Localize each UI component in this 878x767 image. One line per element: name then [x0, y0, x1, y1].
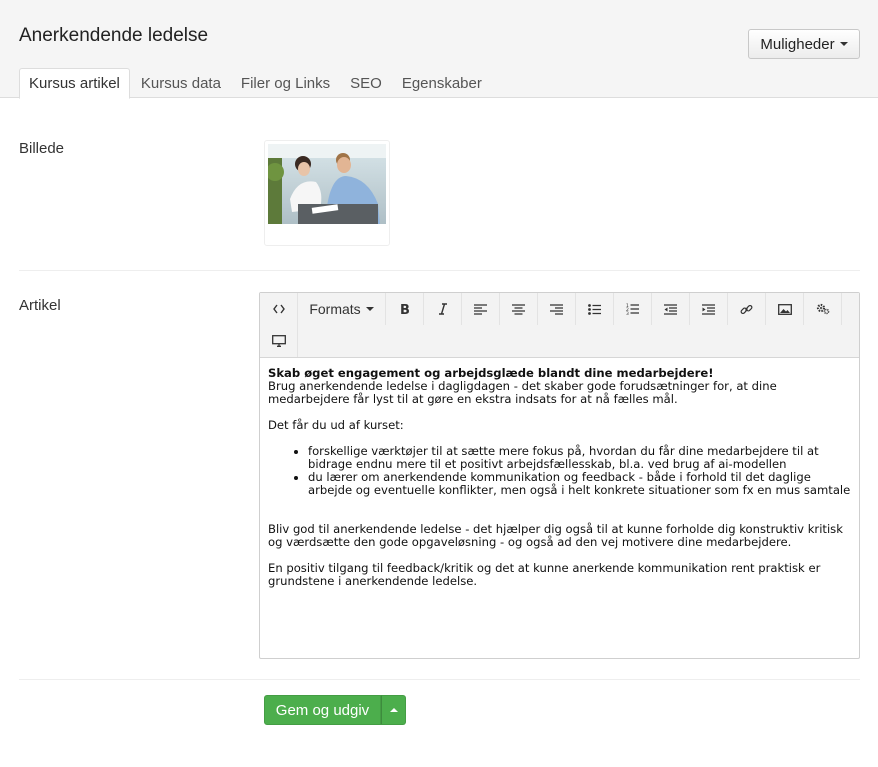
content-paragraph: En positiv tilgang til feedback/kritik o…: [268, 561, 821, 588]
options-label: Muligheder: [760, 35, 835, 53]
italic-button[interactable]: [424, 293, 462, 325]
chevron-down-icon: [365, 307, 374, 311]
numbered-list-icon: 123: [626, 303, 639, 315]
options-dropdown-button[interactable]: Muligheder: [748, 29, 860, 59]
svg-text:B: B: [400, 303, 410, 315]
formats-dropdown[interactable]: Formats: [298, 293, 386, 325]
indent-button[interactable]: [690, 293, 728, 325]
image-field-label: Billede: [19, 140, 65, 157]
bullet-list-button[interactable]: [576, 293, 614, 325]
align-right-icon: [550, 303, 563, 315]
align-center-icon: [512, 303, 525, 315]
page-header: Anerkendende ledelse Muligheder Kursus a…: [0, 0, 878, 99]
svg-text:3: 3: [626, 311, 629, 315]
insert-image-button[interactable]: [766, 293, 804, 325]
bold-icon: B: [400, 303, 410, 315]
page-title: Anerkendende ledelse: [19, 25, 209, 46]
align-right-button[interactable]: [538, 293, 576, 325]
save-button-group: Gem og udgiv: [264, 695, 406, 725]
insert-link-button[interactable]: [728, 293, 766, 325]
code-icon: [272, 304, 285, 314]
image-icon: [777, 303, 792, 315]
formats-label: Formats: [309, 301, 361, 317]
content-paragraph: Bliv god til anerkendende ledelse - det …: [268, 522, 843, 549]
indent-icon: [702, 303, 715, 315]
editor-content-area[interactable]: Skab øget engagement og arbejdsglæde bla…: [260, 358, 859, 588]
preview-icon: [271, 335, 286, 347]
course-photo-image: [268, 144, 386, 224]
course-image-thumbnail[interactable]: [264, 140, 390, 246]
outdent-icon: [664, 303, 677, 315]
section-divider: [19, 270, 860, 271]
numbered-list-button[interactable]: 123: [614, 293, 652, 325]
tab-bar: Kursus artikel Kursus data Filer og Link…: [19, 68, 493, 99]
section-divider: [19, 679, 860, 680]
save-options-toggle[interactable]: [381, 695, 406, 725]
tab-kursus-artikel[interactable]: Kursus artikel: [19, 68, 130, 99]
chevron-down-icon: [839, 42, 848, 46]
align-center-button[interactable]: [500, 293, 538, 325]
source-code-button[interactable]: [260, 293, 298, 325]
settings-button[interactable]: [804, 293, 842, 325]
content-subheading: Det får du ud af kurset:: [268, 418, 404, 432]
bullet-list-icon: [588, 303, 601, 315]
align-left-icon: [474, 303, 487, 315]
bold-button[interactable]: B: [386, 293, 424, 325]
list-item: forskellige værktøjer til at sætte mere …: [308, 445, 851, 471]
article-field-label: Artikel: [19, 297, 61, 314]
editor-toolbar: Formats B 123: [260, 293, 859, 358]
outdent-button[interactable]: [652, 293, 690, 325]
tab-seo[interactable]: SEO: [341, 68, 391, 99]
content-bullet-list: forskellige værktøjer til at sætte mere …: [268, 445, 851, 497]
list-item: du lærer om anerkendende kommunikation o…: [308, 471, 851, 497]
settings-icon: [816, 303, 829, 315]
link-icon: [740, 304, 753, 314]
content-intro: Brug anerkendende ledelse i dagligdagen …: [268, 379, 777, 406]
tab-filer-og-links[interactable]: Filer og Links: [232, 68, 339, 99]
align-left-button[interactable]: [462, 293, 500, 325]
save-publish-button[interactable]: Gem og udgiv: [264, 695, 381, 725]
tab-kursus-data[interactable]: Kursus data: [132, 68, 230, 99]
rich-text-editor: Formats B 123 Skab øget engagement og ar…: [259, 292, 860, 659]
preview-button[interactable]: [260, 325, 298, 357]
chevron-up-icon: [389, 708, 398, 712]
italic-icon: [438, 303, 447, 315]
tab-egenskaber[interactable]: Egenskaber: [393, 68, 491, 99]
